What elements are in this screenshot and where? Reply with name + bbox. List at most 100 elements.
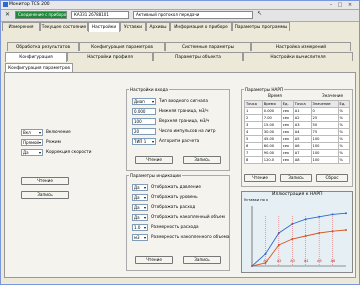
tab-calculator-settings[interactable]: Настройки вычислителя <box>243 52 353 61</box>
algorithm-select[interactable]: ТИП 1 <box>132 138 156 145</box>
table-cell[interactable]: % <box>337 142 351 150</box>
table-cell[interactable]: 50 <box>310 121 339 129</box>
table-cell[interactable]: 120.0 <box>261 156 282 164</box>
tab-measurement-settings[interactable]: Настройка измерений <box>251 42 351 51</box>
table-cell[interactable]: % <box>337 121 351 129</box>
table-row[interactable]: 7 90.00 сек А7 100% <box>244 149 351 157</box>
table-cell[interactable]: 25 <box>310 114 339 122</box>
inputs-read-button[interactable]: Чтение <box>135 156 173 164</box>
tab-device-info[interactable]: Информация о приборе <box>170 22 232 31</box>
tab-current-state[interactable]: Текущее состояние <box>40 22 88 31</box>
minimize-button[interactable]: – <box>327 2 335 8</box>
pulses-per-liter-input[interactable]: 20 <box>132 128 156 135</box>
table-row[interactable]: 2 7.00 сек А2 25% <box>244 114 351 122</box>
tab-system-params[interactable]: Системные параметры <box>165 42 251 51</box>
time-group-label: Время <box>268 93 282 98</box>
table-cell[interactable]: сек <box>280 121 294 129</box>
table-cell[interactable]: % <box>337 128 351 136</box>
table-cell[interactable]: 90.00 <box>261 149 282 157</box>
table-cell[interactable]: сек <box>280 156 294 164</box>
tab-setpoints[interactable]: Уставки <box>120 22 146 31</box>
table-cell[interactable]: А7 <box>292 149 312 157</box>
table-cell[interactable]: % <box>337 114 351 122</box>
table-cell[interactable]: 100 <box>310 142 339 150</box>
table-cell[interactable]: А2 <box>292 114 312 122</box>
table-cell[interactable]: А1 <box>292 107 312 115</box>
lower-bound-input[interactable]: 0.000 <box>132 108 156 115</box>
table-cell[interactable]: сек <box>280 107 294 115</box>
table-cell[interactable]: % <box>337 156 351 164</box>
table-cell[interactable]: А5 <box>292 135 312 143</box>
tab-result-processing[interactable]: Обработка результатов <box>7 42 79 51</box>
show-level-select[interactable]: Да <box>132 194 148 201</box>
table-cell[interactable]: 45.00 <box>261 135 282 143</box>
table-cell[interactable]: 1 <box>244 107 263 115</box>
table-cell[interactable]: А3 <box>292 121 312 129</box>
table-cell[interactable]: 3 <box>244 121 263 129</box>
table-cell[interactable]: А8 <box>292 156 312 164</box>
input-signal-type-select[interactable]: Диап <box>132 98 156 105</box>
narp-read-button[interactable]: Чтение <box>244 174 276 182</box>
tab-measurements[interactable]: Измерения <box>2 22 40 31</box>
narp-write-button[interactable]: Запись <box>280 174 312 182</box>
tab-settings[interactable]: Настройки <box>88 22 120 32</box>
tab-configuration[interactable]: Конфигурация <box>5 52 67 62</box>
show-volume-select[interactable]: Да <box>132 214 148 221</box>
table-cell[interactable]: 100 <box>310 135 339 143</box>
read-button[interactable]: Чтение <box>21 177 69 185</box>
table-cell[interactable]: 0.000 <box>261 107 282 115</box>
table-cell[interactable]: 5 <box>244 135 263 143</box>
mode-select[interactable]: Прямой <box>21 139 43 146</box>
flow-unit-select[interactable]: 1.0 <box>132 224 148 231</box>
close-button[interactable]: × <box>346 2 354 8</box>
narp-reset-button[interactable]: Сброс <box>316 174 348 182</box>
table-cell[interactable]: 60.00 <box>261 142 282 150</box>
table-row[interactable]: 3 15.00 сек А3 50% <box>244 121 351 129</box>
connect-icon[interactable]: ✕ <box>3 11 12 19</box>
display-write-button[interactable]: Запись <box>183 256 221 264</box>
inputs-write-button[interactable]: Запись <box>183 156 221 164</box>
table-cell[interactable]: 7.00 <box>261 114 282 122</box>
tab-profile-settings[interactable]: Настройки профиля <box>67 52 153 61</box>
table-row[interactable]: 6 60.00 сек А6 100% <box>244 142 351 150</box>
tab-param-config[interactable]: Конфигурация параметров <box>79 42 165 51</box>
speed-correction-select[interactable]: Да <box>21 149 43 156</box>
table-cell[interactable]: % <box>337 135 351 143</box>
enable-select[interactable]: Вкл <box>21 129 43 136</box>
table-row[interactable]: 5 45.00 сек А5 100% <box>244 135 351 143</box>
maximize-button[interactable]: □ <box>336 2 344 8</box>
table-cell[interactable]: 7 <box>244 149 263 157</box>
upper-bound-input[interactable]: 100 <box>132 118 156 125</box>
table-cell[interactable]: сек <box>280 149 294 157</box>
table-cell[interactable]: сек <box>280 114 294 122</box>
table-cell[interactable]: 6 <box>244 142 263 150</box>
table-cell[interactable]: 15.00 <box>261 121 282 129</box>
table-cell[interactable]: 0 <box>310 107 339 115</box>
show-pressure-select[interactable]: Да <box>132 184 148 191</box>
tab-object-params[interactable]: Параметры объекта <box>153 52 243 61</box>
write-button[interactable]: Запись <box>21 191 69 199</box>
table-row[interactable]: 1 0.000 сек А1 0% <box>244 107 351 115</box>
volume-unit-select[interactable]: м3 <box>132 234 148 241</box>
table-cell[interactable]: сек <box>280 142 294 150</box>
display-read-button[interactable]: Чтение <box>135 256 173 264</box>
table-cell[interactable]: 100 <box>310 156 339 164</box>
table-cell[interactable]: 30.00 <box>261 128 282 136</box>
table-cell[interactable]: % <box>337 149 351 157</box>
table-cell[interactable]: 100 <box>310 149 339 157</box>
table-cell[interactable]: 75 <box>310 128 339 136</box>
table-cell[interactable]: 8 <box>244 156 263 164</box>
table-cell[interactable]: % <box>337 107 351 115</box>
table-cell[interactable]: сек <box>280 128 294 136</box>
tab-archives[interactable]: Архивы <box>146 22 170 31</box>
table-cell[interactable]: 2 <box>244 114 263 122</box>
show-flow-select[interactable]: Да <box>132 204 148 211</box>
input-signal-type-label: Тип входного сигнала <box>159 98 208 103</box>
table-row[interactable]: 8 120.0 сек А8 100% <box>244 156 351 164</box>
table-cell[interactable]: А4 <box>292 128 312 136</box>
table-cell[interactable]: А6 <box>292 142 312 150</box>
tab-program-params[interactable]: Параметры программы <box>232 22 290 31</box>
table-cell[interactable]: 4 <box>244 128 263 136</box>
table-cell[interactable]: сек <box>280 135 294 143</box>
table-row[interactable]: 4 30.00 сек А4 75% <box>244 128 351 136</box>
